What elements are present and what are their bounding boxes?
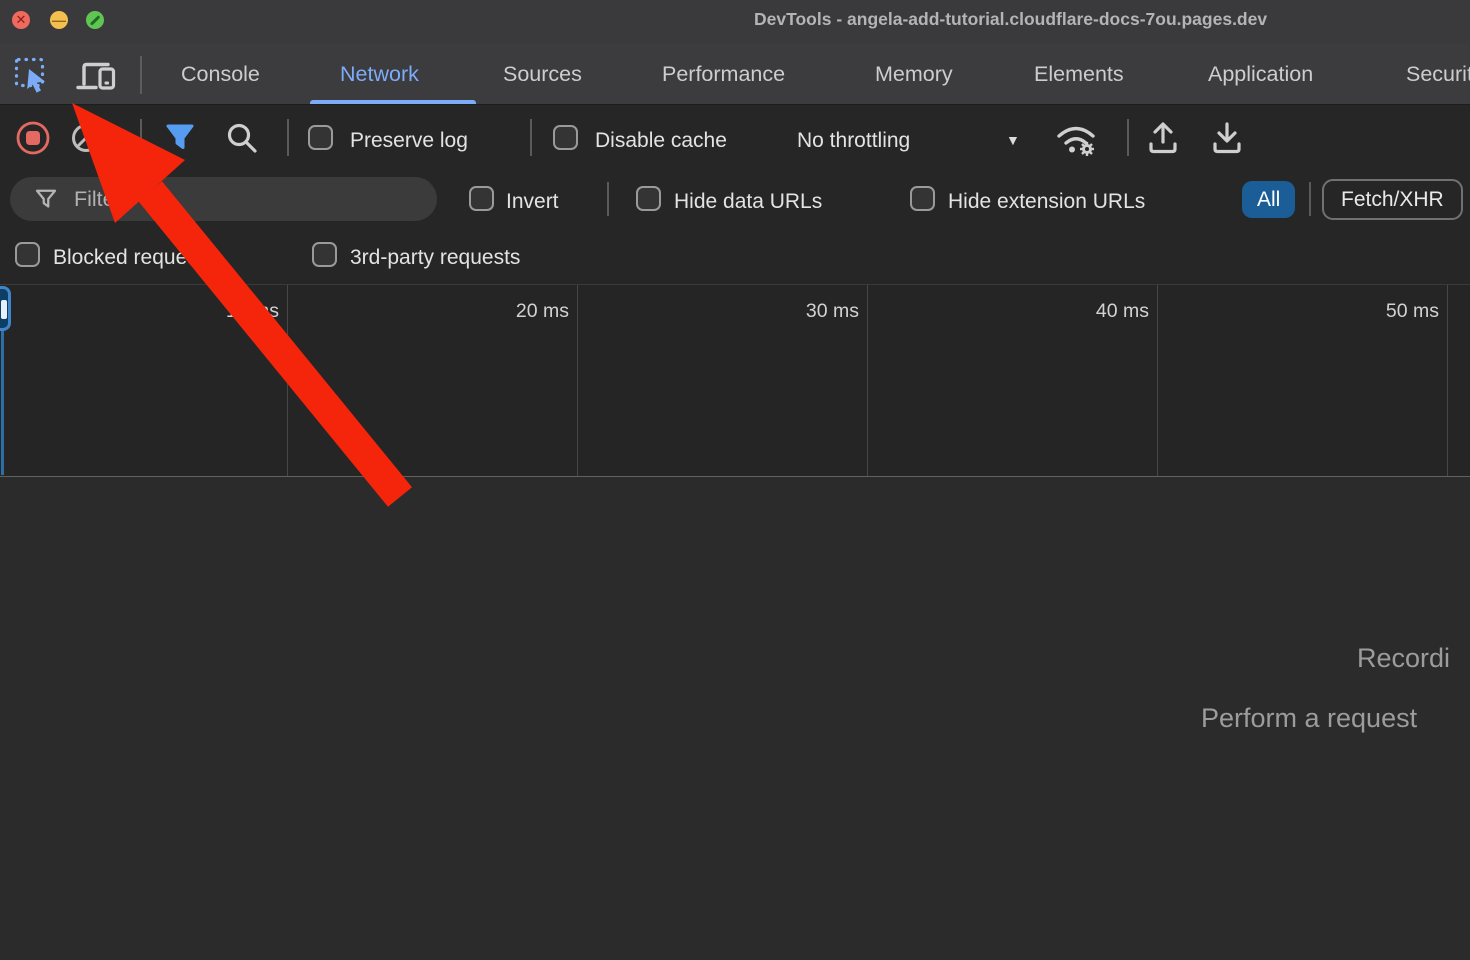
timeline-origin-line bbox=[1, 331, 4, 475]
timeline-tick-label: 40 ms bbox=[1059, 300, 1149, 323]
fullscreen-window-button[interactable] bbox=[86, 11, 104, 29]
device-toolbar-icon bbox=[76, 59, 118, 93]
disable-cache-checkbox[interactable] bbox=[553, 125, 578, 150]
invert-checkbox[interactable] bbox=[469, 186, 494, 211]
preserve-log-checkbox[interactable] bbox=[308, 125, 333, 150]
filter-bar-divider bbox=[1309, 182, 1311, 216]
tab-performance[interactable]: Performance bbox=[662, 44, 785, 104]
clear-icon bbox=[71, 123, 101, 153]
device-toolbar-button[interactable] bbox=[76, 59, 118, 93]
search-network-button[interactable] bbox=[226, 122, 258, 154]
hide-data-urls-label[interactable]: Hide data URLs bbox=[674, 190, 822, 214]
request-filters-row: Blocked requests 3rd-party requests bbox=[0, 228, 1470, 284]
timeline-gridline bbox=[577, 285, 578, 476]
close-icon: ✕ bbox=[16, 12, 27, 28]
tab-sources[interactable]: Sources bbox=[503, 44, 582, 104]
inspect-cursor-icon bbox=[14, 57, 54, 93]
timeline-tick-label: 30 ms bbox=[769, 300, 859, 323]
tab-application[interactable]: Application bbox=[1208, 44, 1313, 104]
timeline-tick-label: 10 ms bbox=[189, 300, 279, 323]
hide-extension-urls-label[interactable]: Hide extension URLs bbox=[948, 190, 1145, 214]
tab-elements[interactable]: Elements bbox=[1034, 44, 1124, 104]
timeline-origin-marker bbox=[0, 286, 11, 331]
active-tab-indicator bbox=[310, 100, 476, 104]
fullscreen-disabled-icon bbox=[90, 15, 100, 25]
preserve-log-label[interactable]: Preserve log bbox=[350, 129, 468, 153]
filter-type-all-button[interactable]: All bbox=[1242, 181, 1295, 218]
import-har-button[interactable] bbox=[1146, 120, 1180, 156]
devtools-tab-bar: Console Network Sources Performance Memo… bbox=[0, 44, 1470, 105]
tab-console[interactable]: Console bbox=[181, 44, 260, 104]
hide-data-urls-checkbox[interactable] bbox=[636, 186, 661, 211]
timeline-gridline bbox=[867, 285, 868, 476]
hide-extension-urls-checkbox[interactable] bbox=[910, 186, 935, 211]
export-har-button[interactable] bbox=[1210, 120, 1244, 156]
third-party-requests-label[interactable]: 3rd-party requests bbox=[350, 246, 520, 270]
third-party-requests-checkbox[interactable] bbox=[312, 242, 337, 267]
timeline-gridline bbox=[1447, 285, 1448, 476]
timeline-gridline bbox=[287, 285, 288, 476]
record-network-log-button[interactable] bbox=[15, 120, 51, 156]
toolbar-divider bbox=[1127, 119, 1129, 156]
blocked-requests-checkbox[interactable] bbox=[15, 242, 40, 267]
clear-network-log-button[interactable] bbox=[71, 123, 101, 153]
network-conditions-icon bbox=[1054, 122, 1104, 158]
devtools-window: ✕ — DevTools - angela-add-tutorial.cloud… bbox=[0, 0, 1470, 960]
throttling-dropdown[interactable]: No throttling bbox=[797, 129, 910, 153]
filter-type-fetch-xhr-button[interactable]: Fetch/XHR bbox=[1322, 179, 1463, 220]
toolbar-divider bbox=[140, 119, 142, 156]
filter-funnel-icon bbox=[164, 122, 196, 154]
window-title: DevTools - angela-add-tutorial.cloudflar… bbox=[754, 9, 1267, 30]
network-overview-timeline[interactable]: 10 ms 20 ms 30 ms 40 ms 50 ms bbox=[0, 284, 1470, 477]
close-window-button[interactable]: ✕ bbox=[12, 11, 30, 29]
network-conditions-button[interactable] bbox=[1054, 122, 1104, 158]
tab-memory[interactable]: Memory bbox=[875, 44, 953, 104]
timeline-tick-label: 50 ms bbox=[1349, 300, 1439, 323]
title-bar: ✕ — DevTools - angela-add-tutorial.cloud… bbox=[0, 0, 1470, 44]
tab-network[interactable]: Network bbox=[340, 44, 419, 104]
filter-bar-divider bbox=[607, 182, 609, 216]
minimize-window-button[interactable]: — bbox=[50, 11, 68, 29]
upload-icon bbox=[1146, 120, 1180, 156]
tab-bar-divider bbox=[140, 56, 142, 94]
invert-label[interactable]: Invert bbox=[506, 190, 559, 214]
filter-input-container[interactable] bbox=[10, 177, 437, 221]
toolbar-divider bbox=[287, 119, 289, 156]
blocked-requests-label[interactable]: Blocked requests bbox=[53, 246, 214, 270]
inspect-element-button[interactable] bbox=[14, 57, 54, 93]
recording-status-text: Recordi bbox=[1357, 643, 1450, 674]
filter-toggle-button[interactable] bbox=[164, 122, 196, 154]
search-icon bbox=[226, 122, 258, 154]
minimize-icon: — bbox=[52, 12, 66, 28]
record-stop-icon bbox=[15, 120, 51, 156]
toolbar-divider bbox=[530, 119, 532, 156]
disable-cache-label[interactable]: Disable cache bbox=[595, 129, 727, 153]
network-requests-panel: Recordi Perform a request bbox=[0, 477, 1470, 960]
filter-funnel-outline-icon bbox=[34, 187, 58, 211]
empty-state-hint-text: Perform a request bbox=[1201, 703, 1417, 734]
network-filter-bar: Invert Hide data URLs Hide extension URL… bbox=[0, 170, 1470, 228]
chevron-down-icon[interactable]: ▼ bbox=[1006, 132, 1020, 148]
filter-input[interactable] bbox=[74, 187, 419, 212]
timeline-gridline bbox=[1157, 285, 1158, 476]
tab-security[interactable]: Security bbox=[1406, 44, 1470, 104]
download-icon bbox=[1210, 120, 1244, 156]
network-toolbar: Preserve log Disable cache No throttling… bbox=[0, 105, 1470, 170]
timeline-tick-label: 20 ms bbox=[479, 300, 569, 323]
